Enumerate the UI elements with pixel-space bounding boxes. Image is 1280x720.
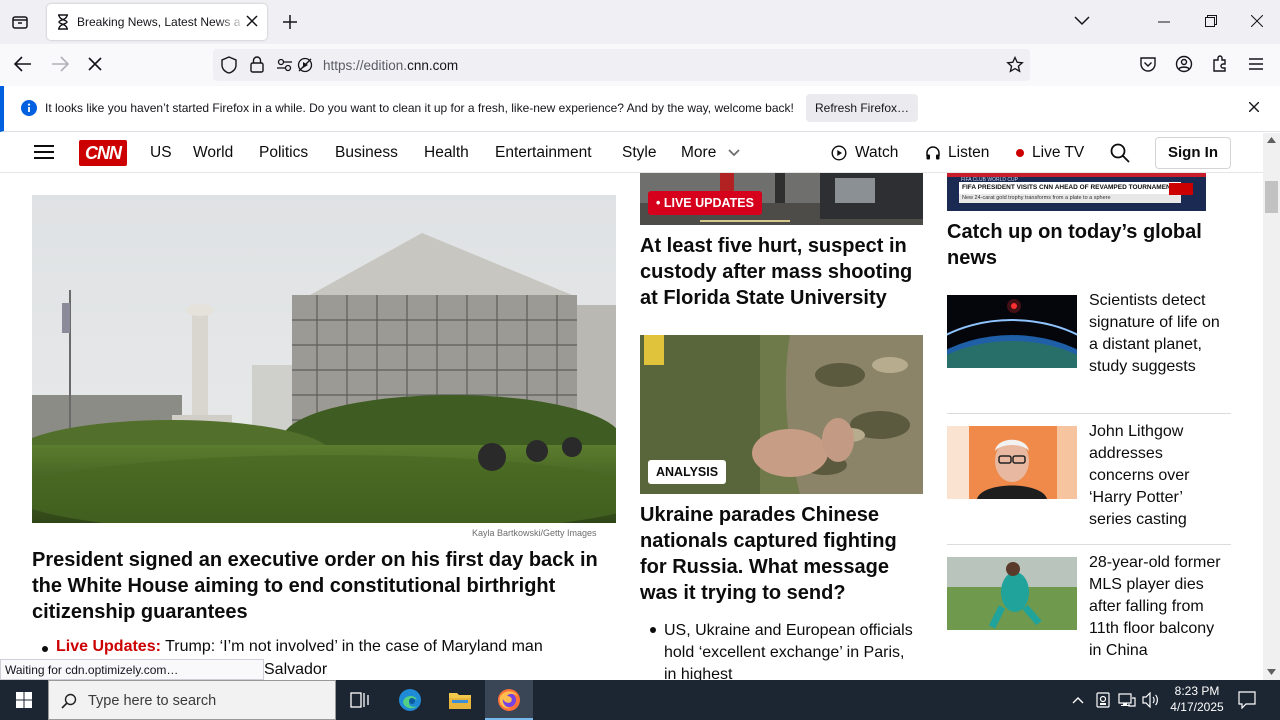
headphones-icon[interactable] [925,145,941,161]
hamburger-menu-icon[interactable] [34,144,54,160]
account-icon[interactable] [1175,55,1193,73]
windows-start-icon[interactable] [16,692,32,708]
watch-play-icon[interactable] [831,145,847,161]
windows-taskbar: Type here to search 8:23 PM 4/17/2025 [0,680,1280,720]
nav-health[interactable]: Health [424,144,469,162]
notification-message: It looks like you haven’t started Firefo… [45,101,794,115]
mls-player-headline[interactable]: 28-year-old former MLS player dies after… [1089,552,1229,662]
planet-headline[interactable]: Scientists detect signature of life on a… [1089,290,1229,378]
taskbar-search-box[interactable]: Type here to search [48,680,336,720]
task-view-icon[interactable] [350,691,370,709]
live-updates-bullet[interactable]: Live Updates: Trump: ‘I’m not involved’ … [56,638,543,656]
nav-politics[interactable]: Politics [259,144,308,162]
close-window-icon[interactable] [1251,15,1263,27]
nav-business[interactable]: Business [335,144,398,162]
more-chevron-down-icon[interactable] [728,149,740,157]
forward-icon[interactable] [51,56,69,72]
tracking-protection-shield-icon[interactable] [221,56,237,74]
bullet-icon [650,627,656,633]
stop-loading-icon[interactable] [88,57,102,71]
cnn-logo[interactable]: CNN [79,140,127,166]
taskbar-search-icon [61,693,77,709]
network-icon[interactable] [1118,692,1136,708]
extensions-icon[interactable] [1211,55,1229,73]
firefox-icon [497,688,521,712]
back-icon[interactable] [14,56,32,72]
minimize-icon[interactable] [1158,21,1170,23]
restore-icon[interactable] [1205,15,1217,27]
loading-hourglass-icon [56,14,70,30]
info-icon [21,100,37,116]
nav-style[interactable]: Style [622,144,656,162]
video-title: FIFA PRESIDENT VISITS CNN AHEAD OF REVAM… [959,182,1181,194]
scroll-thumb[interactable] [1265,181,1278,213]
volume-icon[interactable] [1142,692,1160,708]
ukraine-bullet-text[interactable]: US, Ukraine and European officials hold … [664,620,914,680]
live-dot-icon [1016,149,1024,157]
close-notification-icon[interactable] [1249,102,1259,112]
nav-watch[interactable]: Watch [855,144,898,162]
firefox-refresh-notification: It looks like you haven’t started Firefo… [0,86,1280,132]
navigation-toolbar: https://edition.cnn.com [0,44,1280,86]
clock-time: 8:23 PM [1174,684,1220,698]
pocket-icon[interactable] [1139,56,1157,73]
taskbar-search-placeholder: Type here to search [88,693,217,709]
search-icon[interactable] [1110,143,1130,163]
live-updates-badge: • LIVE UPDATES [648,191,762,215]
status-bar: Waiting for cdn.optimizely.com… [0,659,264,680]
live-updates-text: Trump: ‘I’m not involved’ in the case of… [165,638,543,655]
sign-in-button[interactable]: Sign In [1155,137,1231,169]
file-explorer-icon[interactable] [448,689,472,711]
fifa-video-thumbnail[interactable]: FIFA CLUB WORLD CUP FIFA PRESIDENT VISIT… [947,173,1206,211]
url-text: https://edition.cnn.com [323,58,459,73]
live-updates-label: Live Updates: [56,638,161,655]
live-updates-text-continued[interactable]: Salvador [264,661,327,679]
refresh-firefox-button[interactable]: Refresh Firefox… [806,94,918,122]
edge-icon[interactable] [398,688,422,712]
chevron-down-icon[interactable] [1074,16,1090,26]
bookmark-star-icon[interactable] [1006,56,1024,74]
meet-now-icon[interactable] [1096,692,1110,708]
menu-hamburger-icon[interactable] [1248,57,1264,71]
nav-more[interactable]: More [681,144,716,162]
scroll-down-arrow-icon[interactable] [1267,669,1276,675]
nav-entertainment[interactable]: Entertainment [495,144,592,162]
nav-world[interactable]: World [193,144,233,162]
video-subtitle: New 24-carat gold trophy transforms from… [959,194,1181,203]
taskbar-clock[interactable]: 8:23 PM 4/17/2025 [1162,683,1232,715]
planet-thumbnail[interactable] [947,295,1077,368]
cnn-bug-icon [1169,183,1193,195]
ukraine-headline[interactable]: Ukraine parades Chinese nationals captur… [640,502,923,606]
permissions-icon[interactable] [276,57,294,73]
firefox-taskbar-button[interactable] [485,680,533,720]
address-bar[interactable]: https://edition.cnn.com [213,49,1030,81]
bullet-icon [42,646,48,652]
tab-strip: Breaking News, Latest News and Videos | … [0,0,1280,44]
supreme-court-photo[interactable] [32,195,616,523]
new-tab-icon[interactable] [282,14,298,30]
lithgow-thumbnail[interactable] [947,426,1077,499]
lock-icon[interactable] [250,56,264,73]
fsu-shooting-headline[interactable]: At least five hurt, suspect in custody a… [640,233,923,311]
list-all-tabs-icon[interactable] [10,12,30,32]
browser-tab[interactable]: Breaking News, Latest News and Videos | … [47,4,267,40]
photo-credit: Kayla Bartkowski/Getty Images [472,528,597,538]
web-page: CNN US World Politics Business Health En… [0,133,1263,680]
autoplay-blocked-icon[interactable] [297,57,313,73]
section-title[interactable]: Catch up on today’s global news [947,219,1231,271]
close-tab-icon[interactable] [246,15,258,27]
mls-player-thumbnail[interactable] [947,557,1077,630]
analysis-badge: ANALYSIS [648,460,727,484]
nav-live-tv[interactable]: Live TV [1032,144,1084,162]
notifications-icon[interactable] [1238,691,1256,709]
page-scrollbar[interactable] [1263,133,1280,680]
main-headline[interactable]: President signed an executive order on h… [32,547,616,625]
lithgow-headline[interactable]: John Lithgow addresses concerns over ‘Ha… [1089,421,1229,531]
nav-us[interactable]: US [150,144,172,162]
scroll-up-arrow-icon[interactable] [1267,137,1276,143]
cnn-header: CNN US World Politics Business Health En… [0,133,1263,173]
clock-date: 4/17/2025 [1170,700,1224,714]
nav-listen[interactable]: Listen [948,144,989,162]
system-tray-chevron-up-icon[interactable] [1072,696,1084,704]
